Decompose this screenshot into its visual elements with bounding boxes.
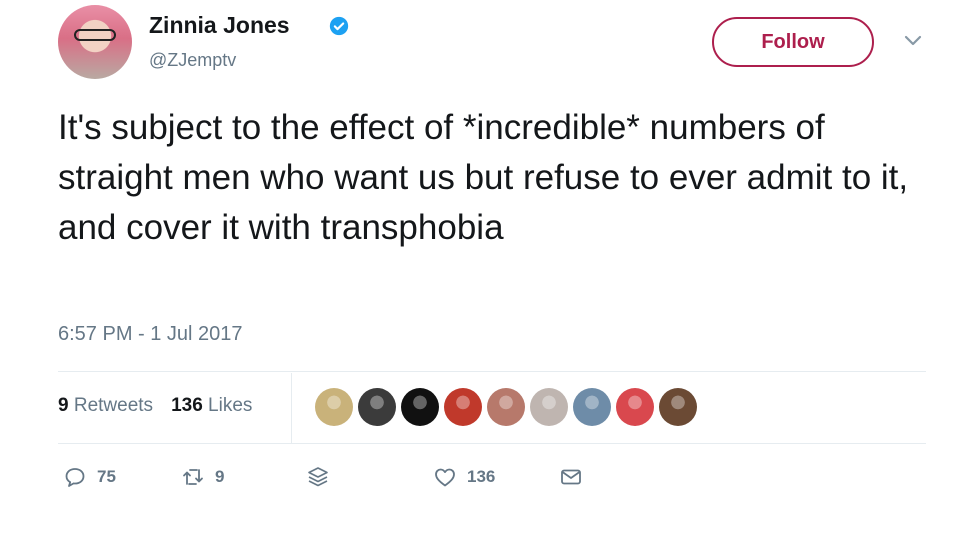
retweets-count: 9 xyxy=(58,395,69,416)
liker-avatar-6[interactable] xyxy=(530,388,568,426)
liker-avatar-2[interactable] xyxy=(358,388,396,426)
tweet-timestamp[interactable]: 6:57 PM - 1 Jul 2017 xyxy=(58,323,243,346)
envelope-icon xyxy=(561,469,581,485)
author-name[interactable]: Zinnia Jones xyxy=(149,12,290,39)
verified-badge-icon xyxy=(329,16,349,36)
divider-bottom xyxy=(58,443,926,444)
retweet-action[interactable]: 9 xyxy=(181,465,224,489)
likes-stat[interactable]: 136 Likes xyxy=(171,395,252,417)
reply-count: 75 xyxy=(97,467,116,486)
retweets-stat[interactable]: 9 Retweets xyxy=(58,395,153,417)
retweet-icon xyxy=(183,469,203,485)
retweets-label: Retweets xyxy=(73,395,154,416)
heart-icon xyxy=(435,468,455,487)
avatar-glasses xyxy=(74,29,116,41)
likes-label: Likes xyxy=(208,395,253,416)
tweet-stats: 9 Retweets 136 Likes xyxy=(58,395,252,417)
liker-avatar-8[interactable] xyxy=(616,388,654,426)
author-avatar[interactable] xyxy=(58,5,132,79)
author-handle[interactable]: @ZJemptv xyxy=(149,50,236,71)
liker-avatar-3[interactable] xyxy=(401,388,439,426)
stack-layers-icon xyxy=(308,467,328,487)
tweet-text: It's subject to the effect of *incredibl… xyxy=(58,108,909,247)
buffer-action[interactable] xyxy=(306,465,330,489)
follow-button[interactable]: Follow xyxy=(712,17,874,67)
like-count: 136 xyxy=(467,467,496,486)
likes-count: 136 xyxy=(171,395,203,416)
liker-avatar-1[interactable] xyxy=(315,388,353,426)
divider-top xyxy=(58,371,926,372)
likers-avatars xyxy=(315,388,697,426)
chevron-down-icon[interactable] xyxy=(903,34,923,48)
tweet-actions: 75 9 136 xyxy=(63,465,603,495)
liker-avatar-5[interactable] xyxy=(487,388,525,426)
liker-avatar-9[interactable] xyxy=(659,388,697,426)
stats-separator xyxy=(291,373,292,443)
direct-message-action[interactable] xyxy=(559,465,583,489)
liker-avatar-4[interactable] xyxy=(444,388,482,426)
retweet-count: 9 xyxy=(215,467,225,486)
reply-action[interactable]: 75 xyxy=(63,465,116,489)
liker-avatar-7[interactable] xyxy=(573,388,611,426)
like-action[interactable]: 136 xyxy=(433,465,495,489)
reply-icon xyxy=(65,468,85,487)
